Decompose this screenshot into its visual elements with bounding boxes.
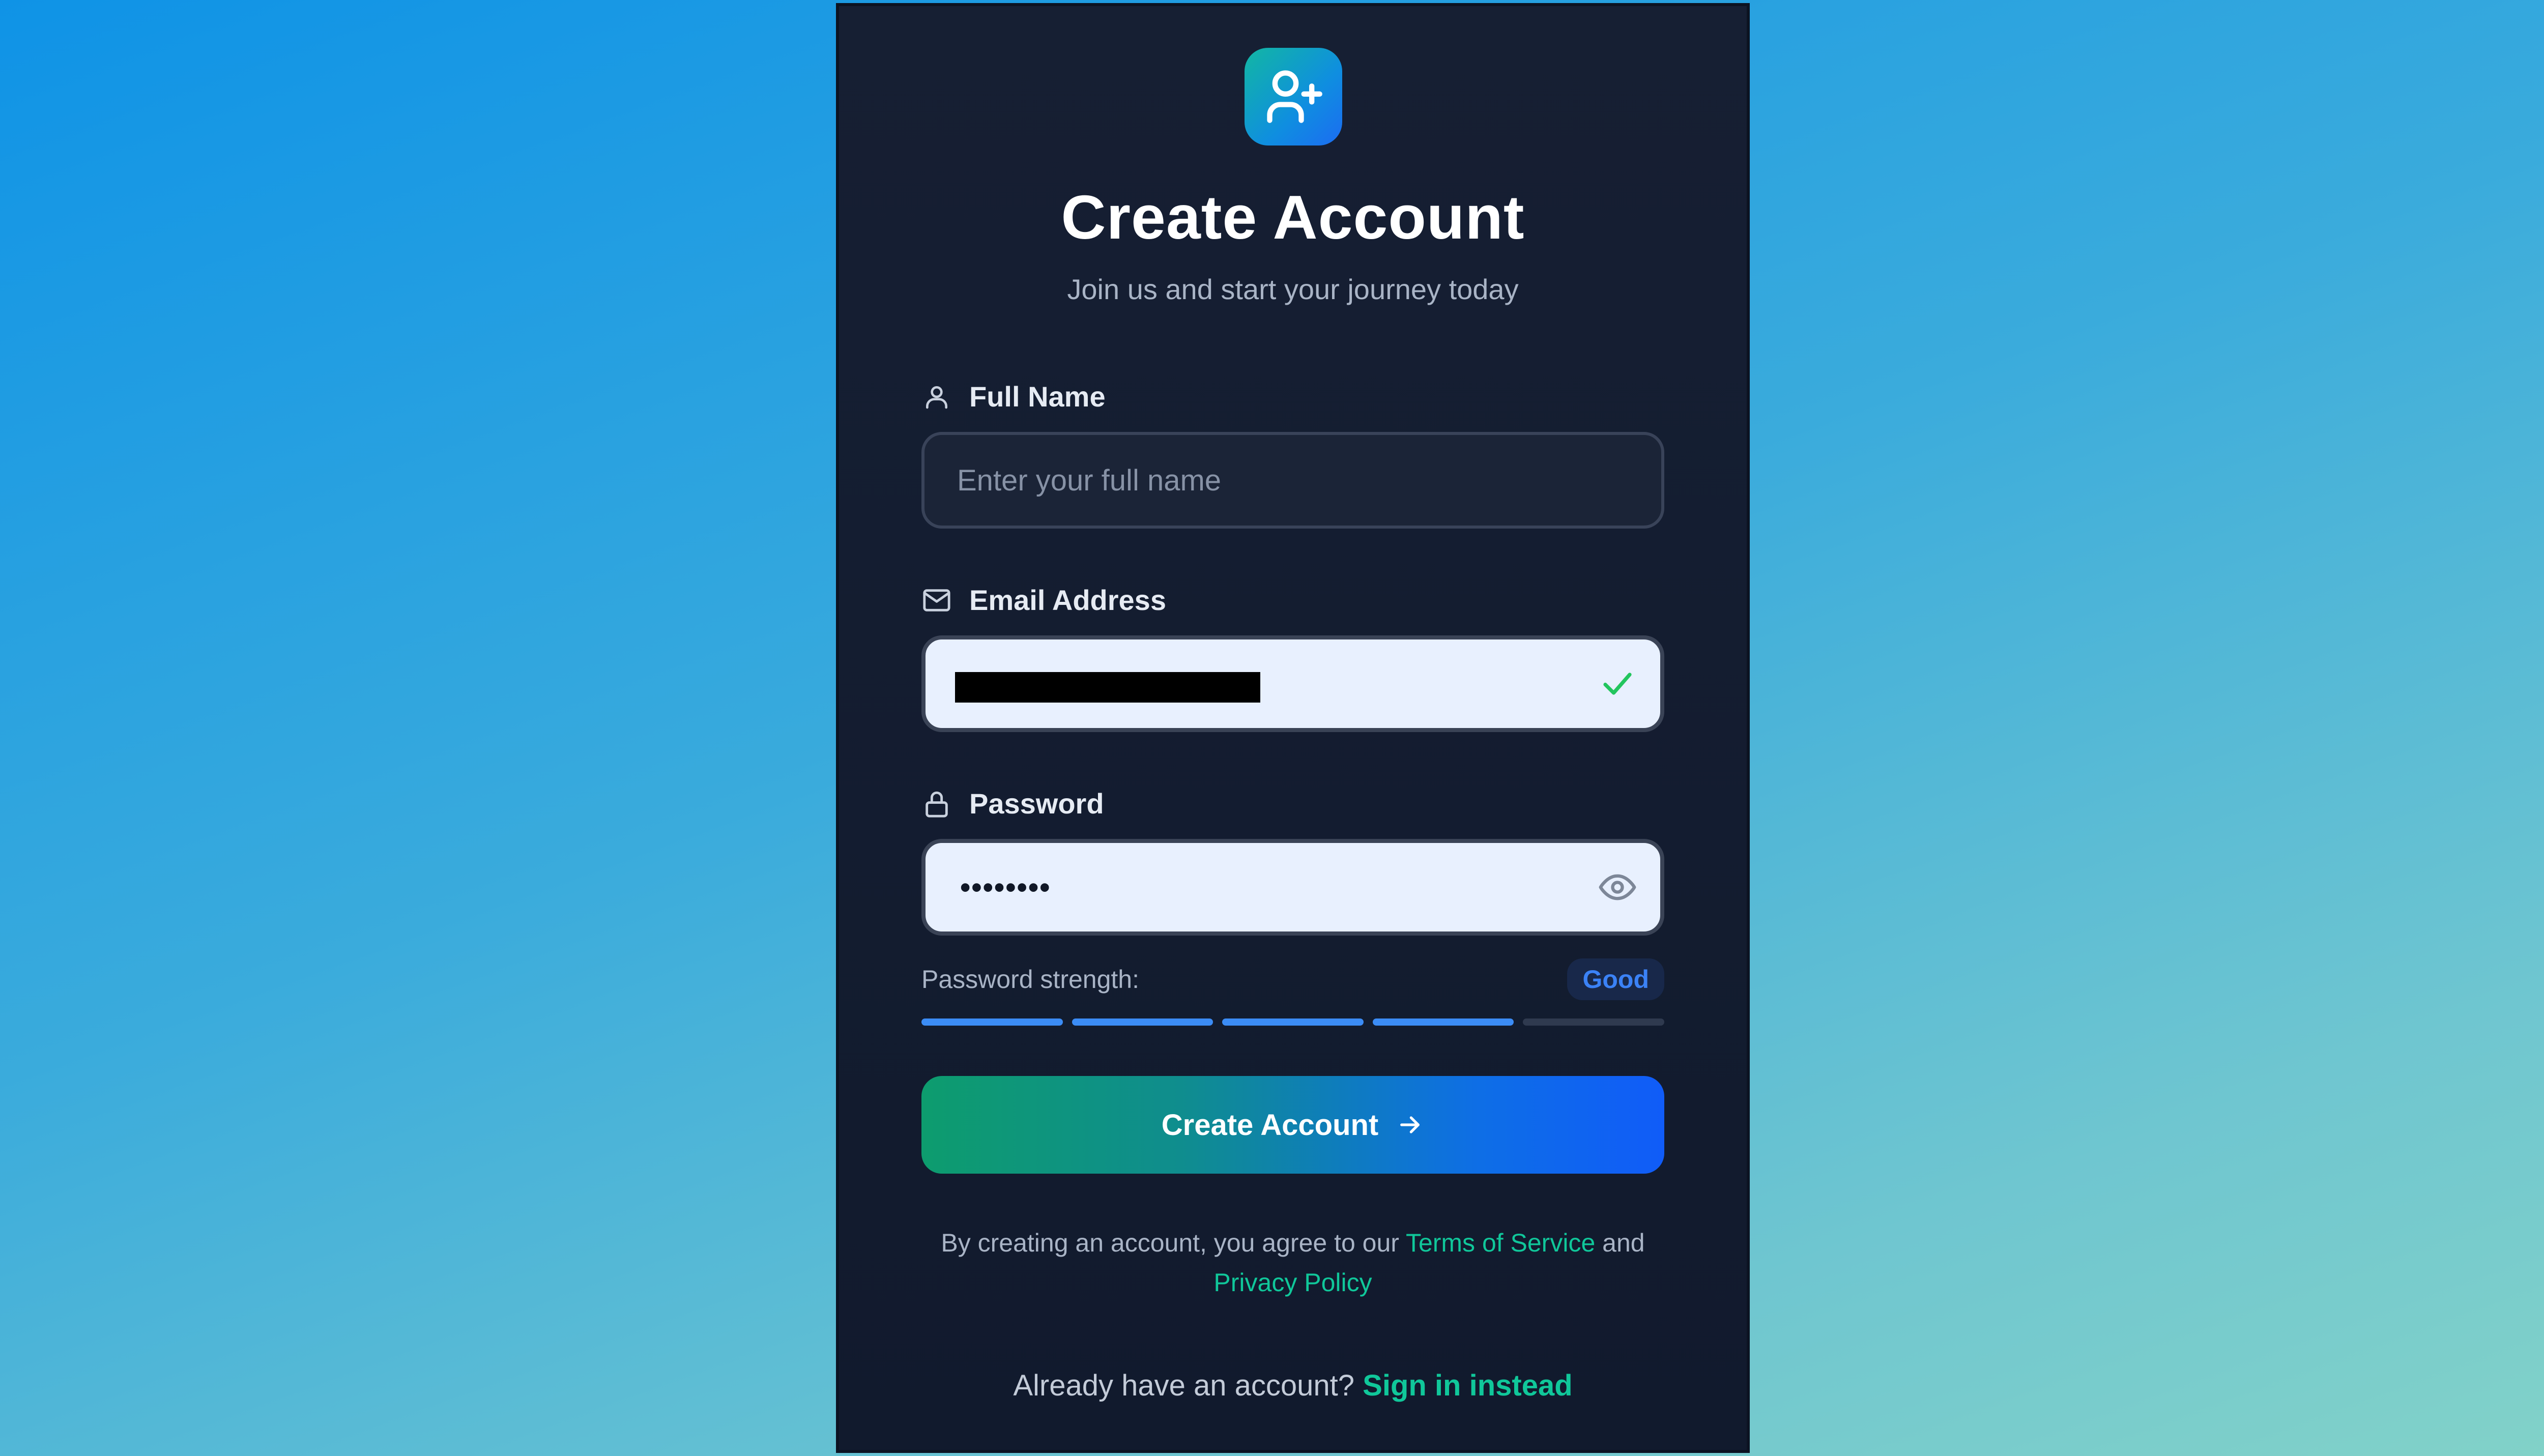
lock-icon bbox=[921, 789, 952, 819]
email-label: Email Address bbox=[921, 583, 1166, 618]
eye-icon[interactable] bbox=[1597, 867, 1638, 908]
user-plus-icon bbox=[1245, 48, 1342, 145]
mail-icon bbox=[921, 585, 952, 616]
create-account-button-label: Create Account bbox=[1161, 1108, 1379, 1142]
signup-card: Create Account Join us and start your jo… bbox=[836, 3, 1750, 1453]
terms-of-service-link[interactable]: Terms of Service bbox=[1406, 1229, 1595, 1257]
email-field[interactable] bbox=[921, 635, 1664, 732]
strength-segment bbox=[1222, 1018, 1364, 1026]
strength-segment bbox=[1372, 1018, 1514, 1026]
create-account-button[interactable]: Create Account bbox=[921, 1076, 1664, 1174]
signin-prompt: Already have an account? Sign in instead bbox=[839, 1365, 1747, 1406]
full-name-input[interactable] bbox=[957, 435, 1588, 526]
password-label: Password bbox=[921, 786, 1104, 822]
page-subtitle: Join us and start your journey today bbox=[1067, 273, 1519, 305]
arrow-right-icon bbox=[1396, 1111, 1424, 1139]
full-name-label: Full Name bbox=[921, 379, 1106, 415]
full-name-label-text: Full Name bbox=[969, 381, 1106, 413]
email-label-text: Email Address bbox=[969, 584, 1166, 616]
password-strength-row: Password strength: Good bbox=[921, 956, 1664, 1002]
check-icon bbox=[1597, 663, 1638, 704]
password-field[interactable]: •••••••• bbox=[921, 839, 1664, 936]
terms-notice: By creating an account, you agree to our… bbox=[900, 1223, 1686, 1302]
strength-segment bbox=[1523, 1018, 1664, 1026]
redacted-email-value bbox=[955, 672, 1260, 703]
sign-in-link[interactable]: Sign in instead bbox=[1363, 1369, 1573, 1402]
strength-segment bbox=[921, 1018, 1063, 1026]
terms-joiner: and bbox=[1602, 1229, 1645, 1257]
signin-prompt-text: Already have an account? bbox=[1013, 1369, 1355, 1402]
password-strength-meter bbox=[921, 1018, 1664, 1026]
password-strength-badge: Good bbox=[1567, 958, 1664, 1000]
full-name-field[interactable] bbox=[921, 432, 1664, 529]
password-strength-label: Password strength: bbox=[921, 965, 1139, 994]
terms-prefix: By creating an account, you agree to our bbox=[941, 1229, 1399, 1257]
password-masked-value[interactable]: •••••••• bbox=[960, 843, 1051, 931]
privacy-policy-link[interactable]: Privacy Policy bbox=[1213, 1268, 1372, 1297]
strength-segment bbox=[1072, 1018, 1213, 1026]
password-label-text: Password bbox=[969, 788, 1104, 820]
page-title: Create Account bbox=[1061, 183, 1525, 252]
user-icon bbox=[921, 382, 952, 412]
